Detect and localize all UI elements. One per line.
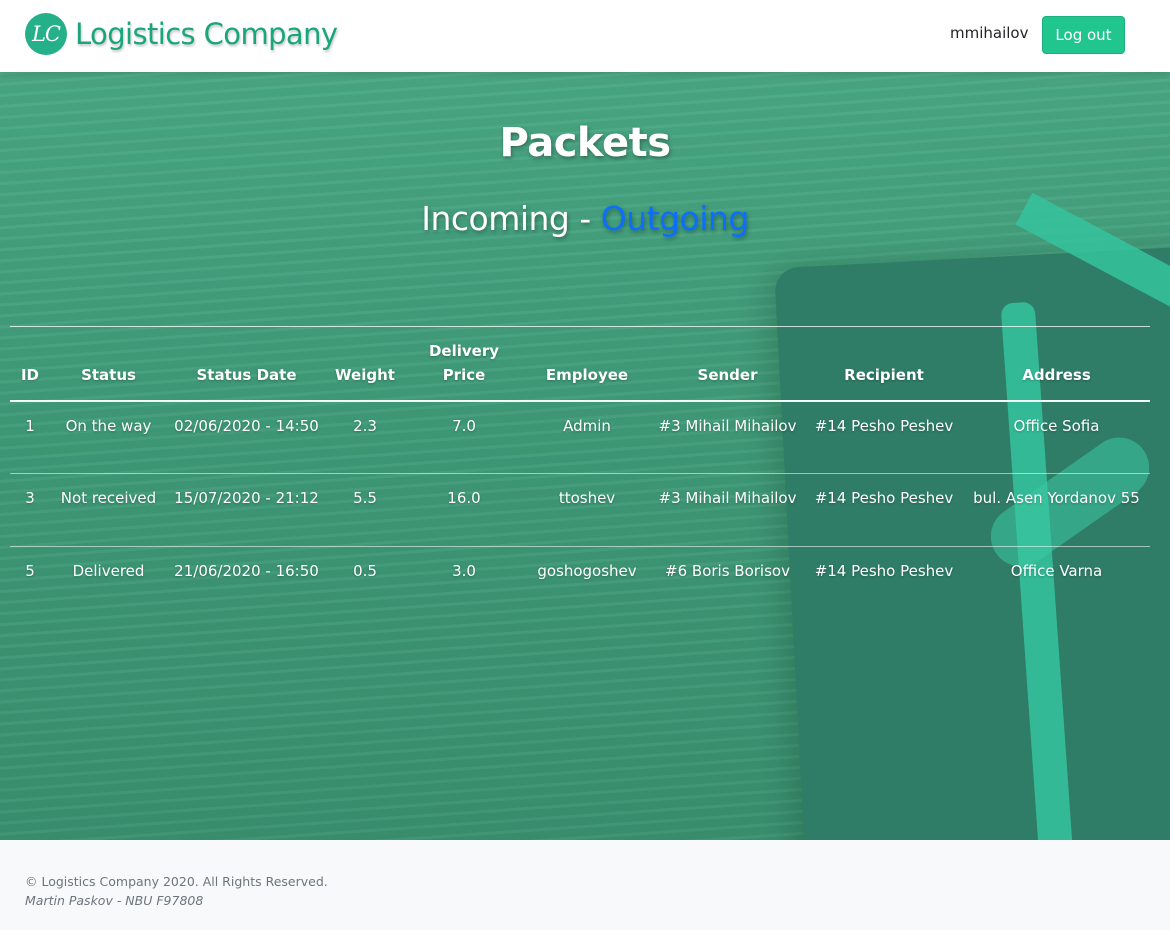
logout-button[interactable]: Log out — [1042, 16, 1125, 54]
cell-employee: goshogoshev — [537, 562, 637, 580]
cell-weight: 2.3 — [353, 416, 377, 435]
copyright-text: © Logistics Company 2020. All Rights Res… — [25, 874, 328, 889]
cell-status: On the way — [65, 416, 152, 435]
cell-status: Delivered — [72, 562, 145, 580]
cell-recipient: #14 Pesho Peshev — [814, 489, 954, 507]
incoming-link[interactable]: Incoming — [421, 199, 570, 238]
cell-id: 1 — [25, 416, 35, 435]
author-credit: Martin Paskov - NBU F97808 — [25, 893, 204, 908]
brand-link[interactable]: LC Logistics Company — [25, 12, 338, 56]
company-logo-icon: LC — [25, 13, 67, 55]
cell-employee: ttoshev — [558, 489, 616, 507]
brand-name: Logistics Company — [75, 17, 338, 51]
cell-weight: 5.5 — [353, 489, 377, 507]
cell-recipient: #14 Pesho Peshev — [814, 416, 954, 435]
table-row[interactable]: 5 Delivered 21/06/2020 - 16:50 0.5 3.0 g… — [10, 547, 1150, 620]
column-header-address[interactable]: Address — [963, 327, 1150, 401]
packets-table: ID Status Status Date Weight Delivery Pr… — [10, 326, 1150, 620]
outgoing-link[interactable]: Outgoing — [601, 199, 750, 238]
column-header-sender[interactable]: Sender — [650, 327, 805, 401]
table-row[interactable]: 3 Not received 15/07/2020 - 21:12 5.5 16… — [10, 474, 1150, 547]
current-username: mmihailov — [950, 24, 1029, 42]
cell-sender: #3 Mihail Mihailov — [658, 489, 797, 507]
column-header-recipient[interactable]: Recipient — [805, 327, 963, 401]
table-row[interactable]: 1 On the way 02/06/2020 - 14:50 2.3 7.0 … — [10, 401, 1150, 474]
cell-recipient: #14 Pesho Peshev — [814, 562, 954, 580]
cell-delivery-price: 3.0 — [452, 562, 476, 580]
column-header-weight[interactable]: Weight — [326, 327, 404, 401]
column-header-status[interactable]: Status — [50, 327, 167, 401]
cell-id: 5 — [25, 562, 35, 580]
column-header-employee[interactable]: Employee — [524, 327, 650, 401]
column-header-id[interactable]: ID — [10, 327, 50, 401]
packets-direction-nav: Incoming - Outgoing — [0, 199, 1170, 238]
page-title: Packets — [499, 120, 671, 166]
table-header-row: ID Status Status Date Weight Delivery Pr… — [10, 326, 1150, 401]
cell-status-date: 02/06/2020 - 14:50 — [174, 416, 319, 435]
cell-status-date: 21/06/2020 - 16:50 — [174, 562, 319, 580]
cell-id: 3 — [25, 489, 35, 507]
cell-address: Office Sofia — [1013, 416, 1100, 435]
cell-sender: #6 Boris Borisov — [665, 562, 790, 580]
column-header-delivery-price[interactable]: Delivery Price — [404, 327, 524, 401]
subnav-separator: - — [569, 199, 601, 238]
cell-weight: 0.5 — [353, 562, 377, 580]
cell-employee: Admin — [563, 416, 611, 435]
cell-status: Not received — [60, 489, 157, 507]
cell-address: Office Varna — [1010, 562, 1103, 580]
top-navbar: LC Logistics Company mmihailov Log out — [0, 0, 1170, 72]
page-footer: © Logistics Company 2020. All Rights Res… — [0, 840, 1170, 930]
cell-delivery-price: 7.0 — [452, 416, 476, 435]
cell-delivery-price: 16.0 — [447, 489, 481, 507]
cell-sender: #3 Mihail Mihailov — [658, 416, 797, 435]
column-header-status-date[interactable]: Status Date — [167, 327, 326, 401]
cell-address: bul. Asen Yordanov 55 — [973, 489, 1140, 507]
cell-status-date: 15/07/2020 - 21:12 — [174, 489, 319, 507]
